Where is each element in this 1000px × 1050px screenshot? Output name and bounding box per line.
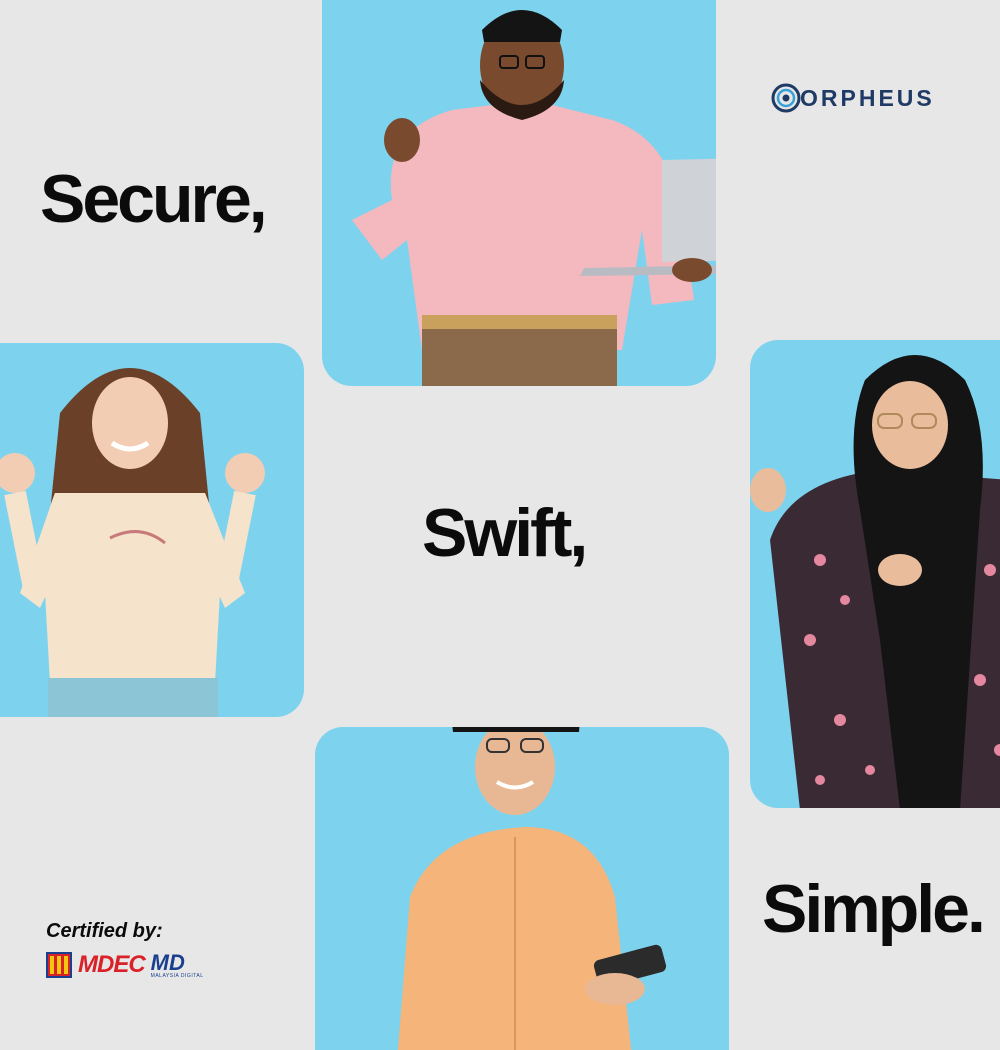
mdec-badge: MDEC xyxy=(78,951,146,978)
certified-label: Certified by: xyxy=(46,920,163,942)
photo-card-top xyxy=(322,0,716,386)
photo-card-right xyxy=(750,340,1000,808)
logo-text: ORPHEUS xyxy=(800,84,935,111)
photo-card-bottom xyxy=(315,727,729,1050)
person-hijab-floral xyxy=(750,355,1000,808)
person-cream-blouse xyxy=(0,368,265,717)
photo-card-left xyxy=(0,343,304,717)
person-pink-laptop xyxy=(352,10,716,386)
headline-simple: Simple. xyxy=(762,871,986,947)
certification-block: Certified by: MDEC MD MALAYSIA DIGITAL xyxy=(46,920,204,979)
md-badge: MD MALAYSIA DIGITAL xyxy=(150,949,204,979)
promo-poster: Secure, Swift, Simple. ORPHEUS Certified… xyxy=(0,0,1000,1050)
person-orange-phone xyxy=(397,727,667,1050)
malaysia-flag-icon xyxy=(46,952,72,978)
headline-swift: Swift, xyxy=(422,495,588,571)
cert-badges: MDEC MD MALAYSIA DIGITAL xyxy=(46,951,204,979)
headline-secure: Secure, xyxy=(40,161,268,237)
orpheus-logo[interactable]: ORPHEUS xyxy=(770,82,935,114)
orpheus-ring-icon xyxy=(771,83,801,113)
